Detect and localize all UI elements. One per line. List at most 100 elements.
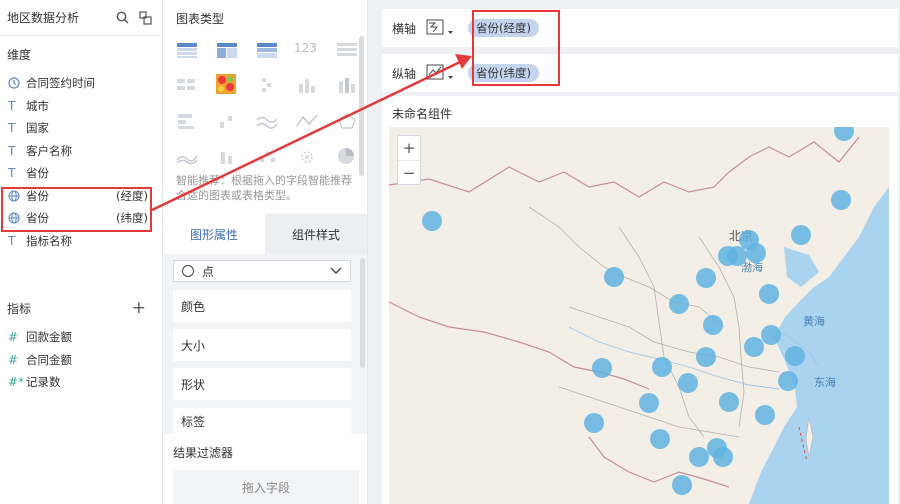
data-point[interactable] bbox=[696, 268, 716, 288]
data-point[interactable] bbox=[718, 246, 738, 266]
data-point[interactable] bbox=[746, 243, 766, 263]
number-type-icon: # bbox=[8, 330, 19, 345]
circle-icon bbox=[182, 265, 194, 277]
polyline-chart-icon[interactable] bbox=[296, 112, 318, 130]
group-table-icon[interactable] bbox=[216, 41, 238, 59]
data-point[interactable] bbox=[604, 267, 624, 287]
data-point[interactable] bbox=[652, 357, 672, 377]
data-point[interactable] bbox=[831, 190, 851, 210]
detail-table-icon[interactable] bbox=[336, 41, 358, 59]
data-point[interactable] bbox=[422, 211, 442, 231]
data-point[interactable] bbox=[703, 315, 723, 335]
data-point[interactable] bbox=[689, 447, 709, 467]
map-view[interactable]: 北京 渤海 黄海 东海 bbox=[389, 127, 889, 504]
matrix-icon[interactable] bbox=[176, 76, 198, 94]
y-axis-label: 纵轴 bbox=[392, 66, 417, 81]
data-point[interactable] bbox=[785, 346, 805, 366]
cross-table-icon[interactable] bbox=[256, 41, 278, 59]
data-point[interactable] bbox=[778, 371, 798, 391]
column-chart-icon[interactable] bbox=[296, 76, 318, 94]
number-card-icon[interactable]: 123 bbox=[294, 41, 320, 59]
line-chart-icon[interactable] bbox=[256, 112, 278, 130]
scatter-chart-icon[interactable] bbox=[256, 148, 278, 166]
text-type-icon: T bbox=[8, 121, 16, 136]
x-axis-label: 横轴 bbox=[392, 21, 417, 36]
data-point[interactable] bbox=[713, 447, 733, 467]
data-point[interactable] bbox=[696, 347, 716, 367]
widget-title: 未命名组件 bbox=[392, 107, 453, 121]
tab-graph-properties[interactable]: 图形属性 bbox=[163, 214, 265, 254]
data-point[interactable] bbox=[744, 337, 764, 357]
highlight-geo-fields bbox=[1, 187, 152, 232]
data-point[interactable] bbox=[761, 325, 781, 345]
field-contract-amount[interactable]: # 合同金额 bbox=[0, 349, 162, 372]
stacked-column-icon[interactable] bbox=[336, 76, 358, 94]
field-measure-name[interactable]: T 指标名称 bbox=[0, 230, 162, 253]
text-type-icon: T bbox=[8, 166, 16, 181]
radar-chart-icon[interactable] bbox=[336, 112, 358, 130]
data-point[interactable] bbox=[650, 429, 670, 449]
pie-chart-icon[interactable] bbox=[336, 146, 356, 166]
field-label: 合同签约时间 bbox=[26, 76, 95, 91]
dimension-section-label: 维度 bbox=[7, 48, 32, 62]
field-label: 回款金额 bbox=[26, 330, 72, 345]
data-point[interactable] bbox=[672, 475, 692, 495]
zoom-out-button[interactable]: − bbox=[398, 160, 420, 184]
field-country[interactable]: T 国家 bbox=[0, 117, 162, 140]
bar-dot-icon[interactable] bbox=[256, 76, 278, 94]
scatter-points bbox=[422, 127, 854, 495]
field-label: 合同金额 bbox=[26, 352, 72, 367]
area-chart-icon[interactable] bbox=[176, 148, 198, 166]
field-customer[interactable]: T 客户名称 bbox=[0, 140, 162, 163]
chart-type-scrollbar[interactable] bbox=[359, 36, 364, 176]
field-payment-amount[interactable]: # 回款金额 bbox=[0, 326, 162, 349]
filter-drop-zone[interactable]: 拖入字段 bbox=[173, 470, 359, 504]
data-point[interactable] bbox=[639, 393, 659, 413]
text-type-icon: T bbox=[8, 143, 16, 158]
data-point[interactable] bbox=[791, 225, 811, 245]
clock-icon bbox=[8, 77, 26, 89]
measure-list: # 回款金额 # 合同金额 #* 记录数 bbox=[0, 326, 162, 394]
field-city[interactable]: T 城市 bbox=[0, 95, 162, 118]
range-column-icon[interactable] bbox=[216, 148, 238, 166]
data-point[interactable] bbox=[759, 284, 779, 304]
property-scrollbar[interactable] bbox=[360, 258, 365, 368]
data-point[interactable] bbox=[669, 294, 689, 314]
property-tabs: 图形属性 组件样式 bbox=[163, 214, 367, 254]
chevron-down-icon bbox=[330, 264, 342, 278]
dataset-title: 地区数据分析 bbox=[7, 11, 80, 25]
data-point[interactable] bbox=[719, 392, 739, 412]
chart-settings-panel: 图表类型 123 智能推荐：根据拖入的字段智能推荐合适的图表或表格类型。 图形属… bbox=[163, 0, 368, 504]
data-point[interactable] bbox=[755, 405, 775, 425]
tab-widget-style[interactable]: 组件样式 bbox=[265, 214, 367, 254]
bar-chart-icon[interactable] bbox=[176, 112, 198, 130]
add-measure-button[interactable]: + bbox=[132, 298, 146, 318]
highlight-axis-pills bbox=[472, 10, 560, 86]
data-point[interactable] bbox=[584, 413, 604, 433]
axis-type-icon[interactable] bbox=[426, 18, 460, 38]
data-point[interactable] bbox=[834, 127, 854, 141]
size-property[interactable]: 大小 bbox=[173, 329, 351, 361]
waterfall-icon[interactable] bbox=[216, 112, 238, 130]
search-icon[interactable] bbox=[114, 10, 130, 26]
field-contract-time[interactable]: 合同签约时间 bbox=[0, 72, 162, 95]
data-point[interactable] bbox=[592, 358, 612, 378]
zoom-in-button[interactable]: + bbox=[398, 136, 420, 160]
mark-type-select[interactable]: 点 bbox=[173, 260, 351, 282]
axis-type-icon[interactable] bbox=[426, 63, 460, 83]
result-filter-label: 结果过滤器 bbox=[173, 446, 234, 460]
color-property[interactable]: 颜色 bbox=[173, 290, 351, 322]
field-record-count[interactable]: #* 记录数 bbox=[0, 371, 162, 394]
graph-properties-area: 点 颜色 大小 形状 标签 bbox=[163, 254, 367, 434]
field-province[interactable]: T 省份 bbox=[0, 162, 162, 185]
switch-dataset-icon[interactable] bbox=[138, 10, 154, 26]
shape-property[interactable]: 形状 bbox=[173, 368, 351, 400]
bubble-chart-icon[interactable] bbox=[296, 148, 318, 166]
data-point[interactable] bbox=[678, 373, 698, 393]
number-type-icon: # bbox=[8, 352, 19, 367]
table-chart-icon[interactable] bbox=[176, 41, 198, 59]
heatmap-icon[interactable] bbox=[216, 74, 236, 94]
field-label: 省份 bbox=[26, 166, 49, 181]
y-axis-row: 纵轴 省份(纬度) bbox=[382, 54, 898, 92]
label-property[interactable]: 标签 bbox=[173, 408, 351, 434]
